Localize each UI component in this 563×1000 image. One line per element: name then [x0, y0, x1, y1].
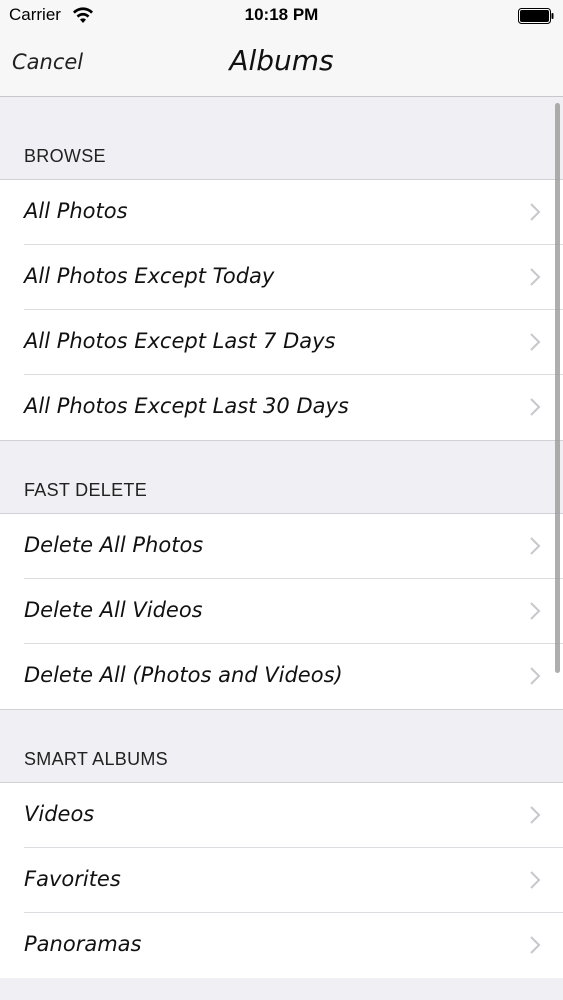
list-item-label: All Photos [24, 199, 128, 223]
chevron-right-icon [530, 333, 541, 351]
section-header-fast-delete: FAST DELETE [0, 440, 563, 514]
section-header-label: BROWSE [24, 146, 106, 166]
chevron-right-icon [530, 602, 541, 620]
scrollbar[interactable] [555, 103, 560, 673]
chevron-right-icon [530, 806, 541, 824]
list-item-delete-all-photos[interactable]: Delete All Photos [0, 514, 563, 579]
chevron-right-icon [530, 203, 541, 221]
section-header-smart-albums: SMART ALBUMS [0, 709, 563, 783]
list-item-delete-all-photos-and-videos[interactable]: Delete All (Photos and Videos) [0, 644, 563, 709]
section-header-label: SMART ALBUMS [24, 749, 168, 769]
chevron-right-icon [530, 936, 541, 954]
albums-list[interactable]: BROWSE All Photos All Photos Except Toda… [0, 97, 563, 1000]
chevron-right-icon [530, 871, 541, 889]
list-item-label: Panoramas [24, 932, 142, 956]
list-item-delete-all-videos[interactable]: Delete All Videos [0, 579, 563, 644]
section-smart-albums: Videos Favorites Panoramas [0, 783, 563, 978]
chevron-right-icon [530, 268, 541, 286]
list-item-all-photos[interactable]: All Photos [0, 180, 563, 245]
list-item-favorites[interactable]: Favorites [0, 848, 563, 913]
list-item-label: All Photos Except Today [24, 264, 275, 288]
list-item-label: Favorites [24, 867, 121, 891]
page-title: Albums [229, 44, 334, 77]
section-fast-delete: Delete All Photos Delete All Videos Dele… [0, 514, 563, 709]
list-item-label: Videos [24, 802, 95, 826]
list-item-label: All Photos Except Last 30 Days [24, 394, 349, 418]
chevron-right-icon [530, 537, 541, 555]
list-item-label: All Photos Except Last 7 Days [24, 329, 336, 353]
section-header-label: FAST DELETE [24, 480, 148, 500]
list-item-label: Delete All Photos [24, 533, 204, 557]
chevron-right-icon [530, 398, 541, 416]
list-item-videos[interactable]: Videos [0, 783, 563, 848]
status-time: 10:18 PM [244, 5, 319, 24]
chevron-right-icon [530, 667, 541, 685]
list-item-label: Delete All Videos [24, 598, 203, 622]
status-bar: Carrier 10:18 PM [0, 0, 563, 30]
list-item-all-photos-except-last-7-days[interactable]: All Photos Except Last 7 Days [0, 310, 563, 375]
list-item-label: Delete All (Photos and Videos) [24, 663, 343, 687]
navigation-bar: Cancel Albums [0, 30, 563, 97]
section-header-browse: BROWSE [0, 97, 563, 180]
list-item-all-photos-except-last-30-days[interactable]: All Photos Except Last 30 Days [0, 375, 563, 440]
list-item-panoramas[interactable]: Panoramas [0, 913, 563, 978]
list-item-all-photos-except-today[interactable]: All Photos Except Today [0, 245, 563, 310]
section-browse: All Photos All Photos Except Today All P… [0, 180, 563, 440]
battery-icon [518, 8, 554, 24]
